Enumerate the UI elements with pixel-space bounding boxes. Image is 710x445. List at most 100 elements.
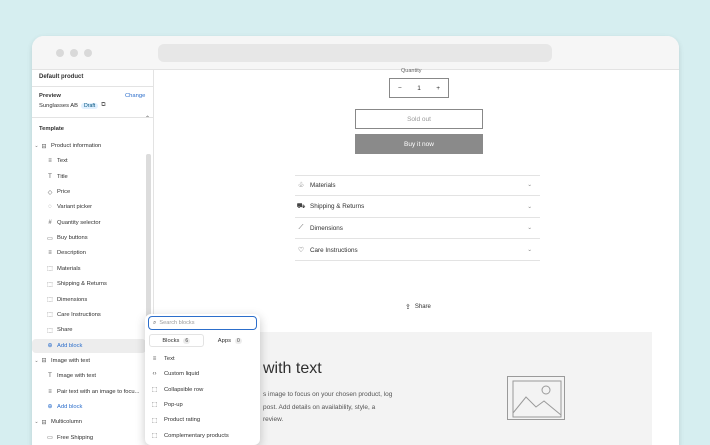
description-icon: ≡: [48, 250, 52, 257]
sidebar-item-label: Title: [57, 173, 68, 180]
sidebar-block[interactable]: ▭ Free Shipping: [32, 431, 146, 445]
block-tabs: Blocks 6 Apps 0: [149, 334, 256, 347]
divider: [32, 117, 154, 118]
accordion-label: Dimensions: [310, 224, 343, 232]
block-option[interactable]: ‹› Custom liquid: [151, 368, 200, 380]
add-circle-icon: ⊕: [47, 343, 53, 350]
accordion-row[interactable]: ♡ Care Instructions ⌄: [295, 240, 540, 262]
block-option[interactable]: ≡ Text: [151, 353, 175, 365]
increase-quantity-button[interactable]: +: [436, 85, 440, 92]
collapsible-row-icon: ⬚: [47, 312, 53, 319]
block-option[interactable]: ⬚ Product rating: [151, 414, 200, 426]
sidebar-section[interactable]: ⌄ ⊟ Multicolumn: [32, 415, 146, 429]
sidebar-block[interactable]: ▭ Buy buttons: [32, 231, 146, 245]
sidebar-block[interactable]: ⬚ Care Instructions: [32, 308, 146, 322]
browser-window: Default product Preview Change Sunglasse…: [32, 36, 679, 445]
image-with-text-section-icon: ⊟: [41, 358, 47, 365]
title-bar: [32, 36, 679, 70]
sidebar-block[interactable]: ≡ Description: [32, 246, 146, 260]
tab-apps[interactable]: Apps 0: [204, 334, 257, 347]
add-circle-icon: ⊕: [47, 404, 53, 411]
collapsible-row-icon: ⬚: [47, 266, 53, 273]
chevron-down-icon[interactable]: ⌄: [33, 419, 40, 425]
section-heading: with text: [263, 360, 322, 377]
preview-product: Sunglasses AB Draft ⧉: [39, 102, 106, 109]
column-block-icon: ▭: [47, 435, 53, 442]
popup-icon: ⬚: [151, 402, 158, 409]
block-option-label: Text: [164, 356, 175, 362]
price-tag-icon: ◇: [47, 189, 53, 196]
chevron-down-icon[interactable]: ⌄: [33, 143, 40, 149]
sidebar-item-label: Quantity selector: [57, 219, 101, 226]
section-body-text: s image to focus on your chosen product,…: [263, 391, 393, 423]
collapsible-row-icon: ⬚: [47, 297, 53, 303]
sidebar-item-label: Free Shipping: [57, 434, 94, 441]
sidebar-block[interactable]: ⬚ Shipping & Returns: [32, 277, 146, 291]
block-option-label: Product rating: [164, 417, 201, 424]
add-block-popover: ⌕ Search blocks Blocks 6 Apps 0 ≡ Text ‹› Cust…: [145, 314, 260, 445]
share-button[interactable]: ⇪ Share: [405, 303, 431, 311]
block-option[interactable]: ⬚ Pop-up: [151, 399, 183, 411]
sidebar-block[interactable]: T Image with text: [32, 369, 146, 383]
block-option-label: Collapsible row: [164, 386, 204, 393]
sidebar-block[interactable]: ◌ Variant picker: [32, 200, 146, 214]
sidebar-block[interactable]: ≡ Pair text with an image to focu...: [32, 385, 146, 399]
add-block-button[interactable]: ⊕ Add block: [32, 400, 146, 414]
sidebar-block[interactable]: ⬚ Dimensions: [32, 293, 146, 307]
image-placeholder-icon: [507, 376, 565, 420]
materials-icon: ♧: [297, 182, 305, 189]
search-placeholder: Search blocks: [159, 320, 195, 326]
block-option-label: Custom liquid: [164, 371, 200, 378]
multicolumn-section-icon: ⊟: [41, 419, 47, 426]
accordion-row[interactable]: ♧ Materials ⌄: [295, 175, 540, 196]
chevron-down-icon[interactable]: ⌄: [33, 358, 40, 364]
heart-icon: ♡: [297, 247, 305, 255]
sidebar-scrollbar[interactable]: [146, 154, 151, 318]
window-dot-icon[interactable]: [70, 49, 78, 57]
sidebar-item-label: Care Instructions: [57, 311, 101, 318]
buy-now-button[interactable]: Buy it now: [355, 134, 483, 154]
preview-product-name: Sunglasses AB: [39, 102, 78, 109]
sidebar-item-label: Shipping & Returns: [57, 281, 107, 288]
window-dot-icon[interactable]: [84, 49, 92, 57]
external-link-icon[interactable]: ⧉: [101, 102, 105, 109]
sold-out-button[interactable]: Sold out: [355, 109, 483, 129]
complementary-icon: ⬚: [151, 433, 158, 439]
sidebar-block[interactable]: ≡ Text: [32, 154, 146, 168]
accordion-row[interactable]: ⛟ Shipping & Returns ⌄: [295, 197, 540, 218]
block-option[interactable]: ⬚ Collapsible row: [151, 384, 204, 396]
add-block-button[interactable]: ⊕ Add block: [32, 338, 146, 353]
quantity-value[interactable]: 1: [417, 85, 421, 92]
layout-section-icon: ⊟: [41, 143, 47, 150]
chevron-down-icon: ⌄: [527, 203, 532, 210]
chevron-up-icon[interactable]: ⌃: [145, 115, 150, 122]
sidebar-block[interactable]: ⬚ Materials: [32, 262, 146, 276]
sidebar-block[interactable]: # Quantity selector: [32, 216, 146, 230]
rating-icon: ⬚: [151, 417, 158, 424]
sidebar-section[interactable]: ⌄ ⊟ Product information: [32, 139, 146, 153]
collapsible-row-icon: ⬚: [151, 387, 158, 394]
window-dot-icon[interactable]: [56, 49, 64, 57]
sidebar-item-label: Variant picker: [57, 204, 93, 211]
buy-button-icon: ▭: [47, 235, 53, 242]
collapsible-row-icon: ⬚: [47, 281, 53, 288]
search-blocks-input[interactable]: ⌕ Search blocks: [148, 316, 257, 330]
sidebar-block[interactable]: ⬚ Share: [32, 323, 146, 337]
text-block-icon: ≡: [48, 388, 52, 395]
share-label: Share: [414, 304, 431, 310]
sidebar-block[interactable]: ◇ Price: [32, 185, 146, 199]
title-icon: T: [48, 373, 52, 380]
accordion-row[interactable]: ⟋ Dimensions ⌄: [295, 218, 540, 240]
decrease-quantity-button[interactable]: −: [398, 85, 402, 92]
tab-blocks[interactable]: Blocks 6: [149, 334, 204, 347]
change-preview-link[interactable]: Change: [125, 93, 145, 99]
divider: [32, 86, 154, 87]
count-badge: 0: [234, 337, 242, 344]
sidebar-block[interactable]: T Title: [32, 170, 146, 184]
block-option[interactable]: ⬚ Complementary products: [151, 430, 229, 442]
count-badge: 6: [183, 337, 191, 344]
accordion-label: Materials: [310, 181, 336, 189]
quantity-stepper[interactable]: − 1 +: [389, 78, 449, 98]
sidebar-section[interactable]: ⌄ ⊟ Image with text: [32, 354, 146, 368]
address-bar[interactable]: [158, 44, 552, 62]
